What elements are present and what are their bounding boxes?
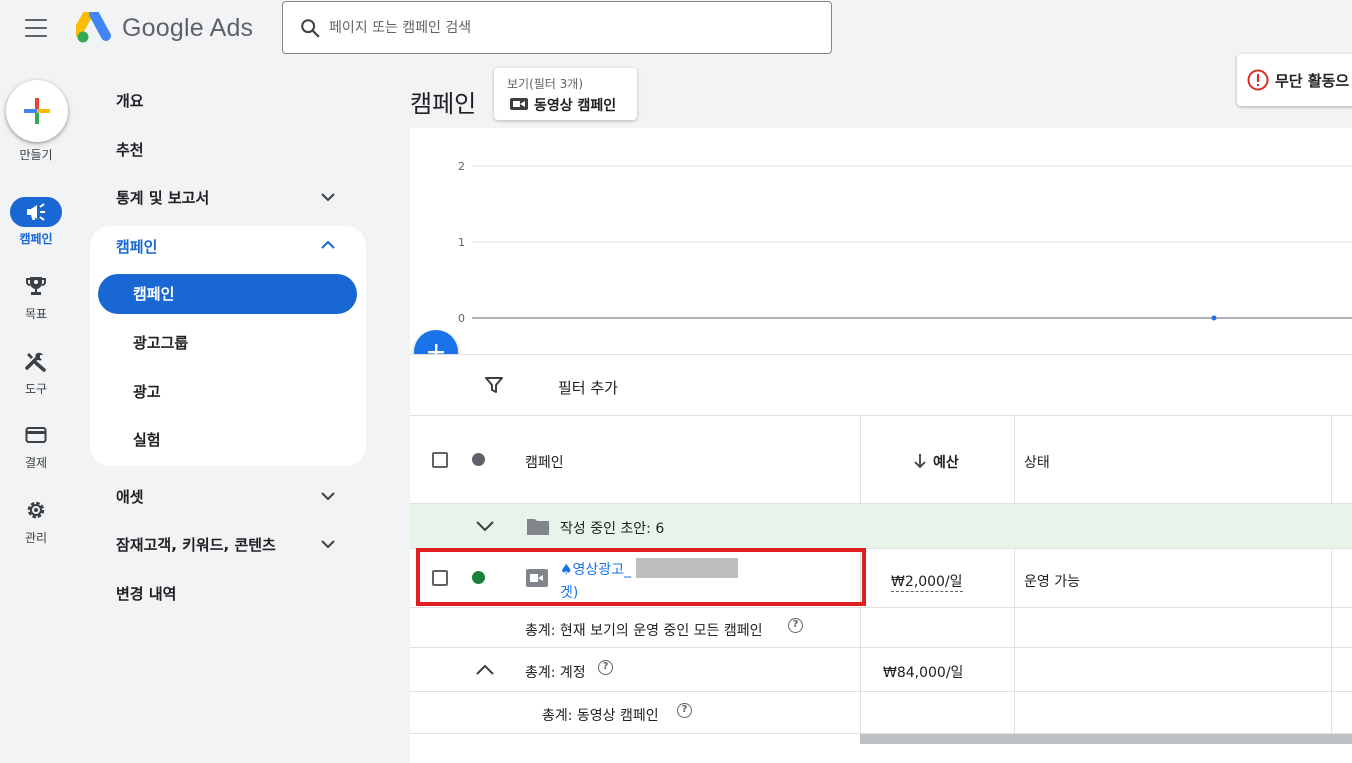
folder-icon bbox=[527, 519, 549, 535]
megaphone-icon bbox=[27, 203, 45, 221]
total-account-label: 총계: 계정 bbox=[525, 665, 586, 681]
create-button[interactable] bbox=[6, 80, 68, 142]
total-account-budget: ₩84,000/일 bbox=[883, 665, 964, 681]
table-header-row: 캠페인 예산 상태 bbox=[410, 416, 1352, 504]
campaign-budget[interactable]: ₩2,000/일 bbox=[891, 571, 963, 592]
rail-campaigns[interactable] bbox=[10, 197, 62, 227]
error-icon bbox=[1247, 69, 1269, 91]
create-label: 만들기 bbox=[19, 148, 53, 162]
rail-goals-label: 목표 bbox=[24, 307, 48, 321]
google-ads-logo-icon bbox=[76, 12, 111, 43]
rail-tools[interactable] bbox=[22, 347, 50, 375]
chevron-down-icon[interactable] bbox=[318, 486, 338, 506]
rail-admin[interactable] bbox=[22, 496, 50, 524]
nav-change-history[interactable]: 변경 내역 bbox=[116, 583, 176, 604]
nav-sub-ads[interactable]: 광고 bbox=[133, 381, 161, 402]
plus-colored-icon bbox=[24, 98, 50, 124]
arrow-down-icon bbox=[914, 454, 926, 469]
add-filter-button[interactable]: 필터 추가 bbox=[558, 377, 618, 398]
help-icon[interactable]: ? bbox=[677, 703, 692, 718]
page-title: 캠페인 bbox=[410, 90, 477, 118]
alert-text: 무단 활동으 bbox=[1275, 71, 1350, 90]
rail-billing[interactable] bbox=[22, 421, 50, 449]
status-header-dot bbox=[472, 453, 485, 466]
filter-bar: 필터 추가 bbox=[410, 354, 1352, 416]
horizontal-scrollbar[interactable] bbox=[860, 734, 1352, 744]
tools-icon bbox=[25, 352, 46, 372]
column-header-campaign[interactable]: 캠페인 bbox=[525, 452, 564, 472]
credit-card-icon bbox=[25, 427, 47, 443]
rail-goals[interactable] bbox=[22, 272, 50, 300]
view-chip-line1: 보기(필터 3개) bbox=[507, 77, 584, 91]
total-video-row: 총계: 동영상 캠페인 ? bbox=[410, 692, 1352, 734]
unauthorized-activity-alert[interactable]: 무단 활동으 bbox=[1237, 54, 1352, 106]
total-video-label: 총계: 동영상 캠페인 bbox=[542, 708, 659, 724]
chevron-up-icon[interactable] bbox=[318, 235, 338, 255]
search-icon bbox=[301, 18, 320, 37]
rail-campaigns-label: 캠페인 bbox=[19, 232, 53, 246]
performance-chart: 2 1 0 bbox=[410, 128, 1352, 354]
y-tick-label: 1 bbox=[458, 236, 465, 249]
trophy-icon bbox=[26, 277, 46, 295]
draft-count: 작성 중인 초안: 6 bbox=[560, 521, 665, 537]
video-icon bbox=[510, 98, 528, 110]
nav-insights-reports[interactable]: 통계 및 보고서 bbox=[116, 187, 209, 208]
nav-sub-experiments[interactable]: 실험 bbox=[133, 429, 161, 450]
filter-icon[interactable] bbox=[484, 375, 504, 395]
rail-billing-label: 결제 bbox=[24, 456, 48, 470]
nav-assets[interactable]: 애셋 bbox=[116, 486, 144, 507]
select-all-checkbox[interactable] bbox=[432, 452, 448, 468]
search-box[interactable] bbox=[282, 1, 832, 54]
y-tick-label: 0 bbox=[458, 312, 465, 325]
google-ads-logo[interactable]: Google Ads bbox=[76, 12, 253, 44]
nav-audiences[interactable]: 잠재고객, 키워드, 콘텐츠 bbox=[116, 534, 276, 555]
y-tick-label: 2 bbox=[458, 160, 465, 173]
highlight-box bbox=[416, 548, 866, 606]
chart-svg: 2 1 0 bbox=[458, 160, 1352, 325]
total-view-row: 총계: 현재 보기의 운영 중인 모든 캠페인 ? bbox=[410, 608, 1352, 648]
chevron-up-icon[interactable] bbox=[474, 660, 496, 680]
rail-admin-label: 관리 bbox=[24, 531, 48, 545]
chevron-down-icon[interactable] bbox=[474, 516, 496, 536]
top-bar: Google Ads bbox=[0, 0, 1352, 60]
nav-overview[interactable]: 개요 bbox=[116, 90, 144, 111]
total-view-label: 총계: 현재 보기의 운영 중인 모든 캠페인 bbox=[525, 623, 763, 639]
draft-row[interactable]: 작성 중인 초안: 6 bbox=[410, 504, 1352, 549]
help-icon[interactable]: ? bbox=[598, 660, 613, 675]
app-name: Google Ads bbox=[122, 13, 254, 42]
chevron-down-icon[interactable] bbox=[318, 534, 338, 554]
nav-sub-campaigns[interactable]: 캠페인 bbox=[98, 274, 357, 314]
nav-campaigns-group-title[interactable]: 캠페인 bbox=[116, 236, 157, 257]
nav-campaigns-group: 캠페인 캠페인 광고그룹 광고 실험 bbox=[90, 226, 366, 466]
help-icon[interactable]: ? bbox=[788, 618, 803, 633]
total-account-row: 총계: 계정 ? ₩84,000/일 bbox=[410, 648, 1352, 692]
view-filter-chip[interactable]: 보기(필터 3개) 동영상 캠페인 bbox=[494, 68, 637, 120]
menu-icon[interactable] bbox=[24, 16, 48, 40]
campaign-status: 운영 가능 bbox=[1024, 574, 1080, 590]
view-chip-line2: 동영상 캠페인 bbox=[534, 98, 617, 114]
nav-recommendations[interactable]: 추천 bbox=[116, 139, 144, 160]
search-input[interactable] bbox=[329, 19, 809, 36]
rail-tools-label: 도구 bbox=[24, 382, 48, 396]
chart-point[interactable] bbox=[1211, 315, 1217, 321]
column-header-status[interactable]: 상태 bbox=[1024, 452, 1050, 472]
nav-sub-adgroups[interactable]: 광고그룹 bbox=[133, 332, 188, 353]
column-header-budget[interactable]: 예산 bbox=[933, 452, 959, 472]
gear-icon bbox=[27, 501, 45, 519]
chevron-down-icon[interactable] bbox=[318, 187, 338, 207]
